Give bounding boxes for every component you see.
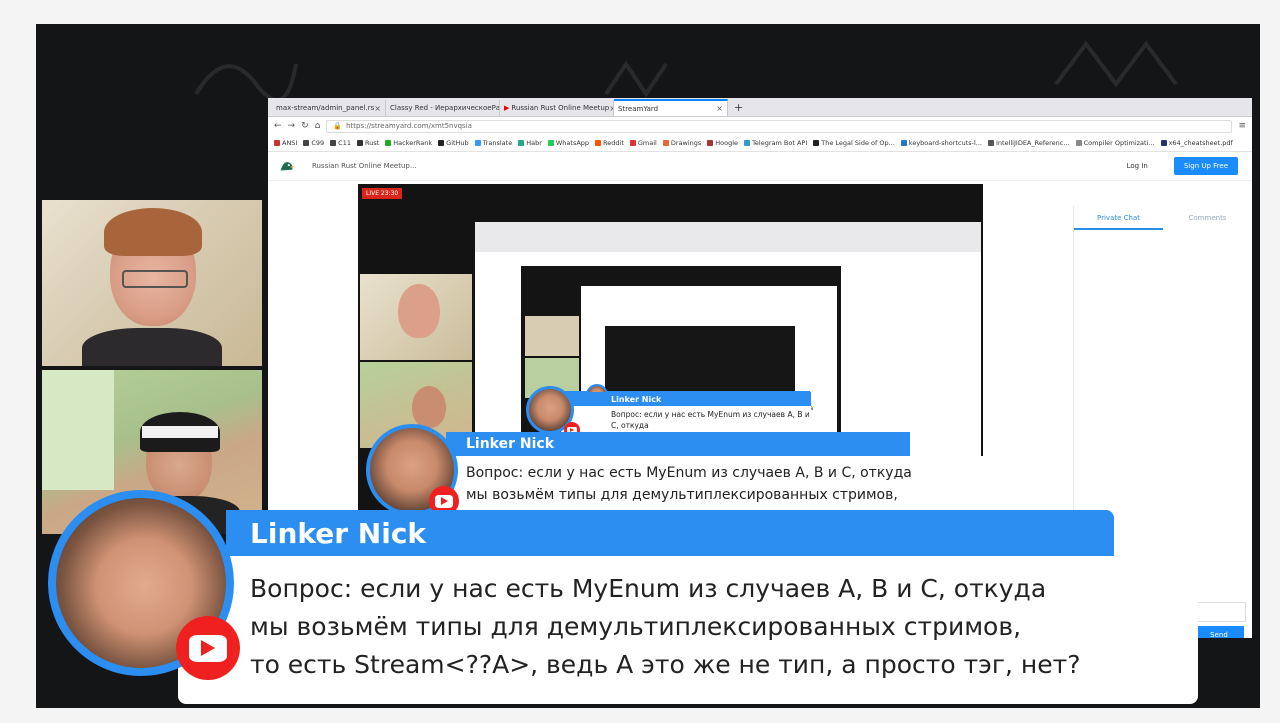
forward-icon[interactable]: → xyxy=(288,121,296,131)
bookmark-item[interactable]: IntelliJIDEA_Referenc... xyxy=(987,139,1070,147)
login-link[interactable]: Log In xyxy=(1127,162,1148,170)
tab-admin-panel[interactable]: max-stream/admin_panel.rs × xyxy=(272,100,386,116)
bookmark-item[interactable]: Habr xyxy=(518,139,542,147)
close-icon[interactable]: × xyxy=(374,104,381,113)
url-bar[interactable]: 🔒 https://streamyard.com/xmt5nvqsia xyxy=(326,119,1233,133)
bookmark-item[interactable]: GitHub xyxy=(438,139,469,147)
signup-button[interactable]: Sign Up Free xyxy=(1173,157,1238,175)
bookmark-item[interactable]: Translate xyxy=(474,139,512,147)
youtube-icon xyxy=(176,616,240,680)
menu-icon[interactable]: ≡ xyxy=(1238,121,1246,131)
event-title: Russian Rust Online Meetup... xyxy=(312,162,417,170)
bookmark-item[interactable]: Rust xyxy=(356,139,379,147)
lock-icon: 🔒 xyxy=(333,122,343,130)
comment-text: мы возьмём типы для демультиплексированн… xyxy=(250,612,1022,641)
webcam-host-1 xyxy=(42,200,262,366)
comment-text: то есть Stream<??A>, ведь A это же не ти… xyxy=(250,650,1081,679)
bookmarks-bar: ANSI C99 C11 Rust HackerRank GitHub Tran… xyxy=(268,135,1252,152)
tab-bar: max-stream/admin_panel.rs × Classy Red - … xyxy=(268,98,1252,117)
nav-bar: ← → ↻ ⌂ 🔒 https://streamyard.com/xmt5nvqs… xyxy=(268,117,1252,135)
youtube-icon: ▶ xyxy=(504,104,510,112)
stream-canvas: max-stream/admin_panel.rs × Classy Red - … xyxy=(36,24,1260,708)
back-icon[interactable]: ← xyxy=(274,121,282,131)
tab-classy-red[interactable]: Classy Red - ИерархическоеРа× xyxy=(386,100,500,116)
bookmark-item[interactable]: HackerRank xyxy=(385,139,432,147)
streamyard-logo-icon xyxy=(280,162,296,171)
tab-streamyard[interactable]: StreamYard × xyxy=(614,99,728,116)
tab-comments[interactable]: Comments xyxy=(1163,214,1252,222)
home-icon[interactable]: ⌂ xyxy=(315,121,321,131)
tab-rust-meetup[interactable]: ▶Russian Rust Online Meetup× xyxy=(500,100,614,116)
tab-private-chat[interactable]: Private Chat xyxy=(1074,214,1163,230)
bookmark-item[interactable]: ANSI xyxy=(274,139,297,147)
webcam-host-1-mini xyxy=(360,274,472,360)
bookmark-item[interactable]: Gmail xyxy=(629,139,657,147)
streamyard-header: Russian Rust Online Meetup... Log In Sig… xyxy=(268,152,1252,181)
bookmark-item[interactable]: Telegram Bot API xyxy=(744,139,807,147)
bookmark-item[interactable]: Drawings xyxy=(662,139,701,147)
bookmark-item[interactable]: Hoogle xyxy=(707,139,738,147)
bookmark-item[interactable]: The Legal Side of Op... xyxy=(813,139,895,147)
comment-text: Вопрос: если у нас есть MyEnum из случае… xyxy=(250,574,1047,603)
bookmark-item[interactable]: WhatsApp xyxy=(547,139,589,147)
bookmark-item[interactable]: Reddit xyxy=(595,139,624,147)
chat-input[interactable] xyxy=(1194,602,1246,622)
send-button[interactable]: Send xyxy=(1194,626,1244,638)
live-badge: LIVE 23:30 xyxy=(362,188,403,199)
bookmark-item[interactable]: keyboard-shortcuts-l... xyxy=(900,139,982,147)
reload-icon[interactable]: ↻ xyxy=(301,121,309,131)
bookmark-item[interactable]: Compiler Optimizati... xyxy=(1075,139,1155,147)
close-icon[interactable]: × xyxy=(716,104,723,113)
doodle-icon xyxy=(1054,40,1178,88)
bookmark-item[interactable]: C11 xyxy=(330,139,351,147)
bookmark-item[interactable]: x64_cheatsheet.pdf xyxy=(1160,139,1233,147)
bookmark-item[interactable]: C99 xyxy=(303,139,324,147)
new-tab-button[interactable]: + xyxy=(728,101,749,116)
